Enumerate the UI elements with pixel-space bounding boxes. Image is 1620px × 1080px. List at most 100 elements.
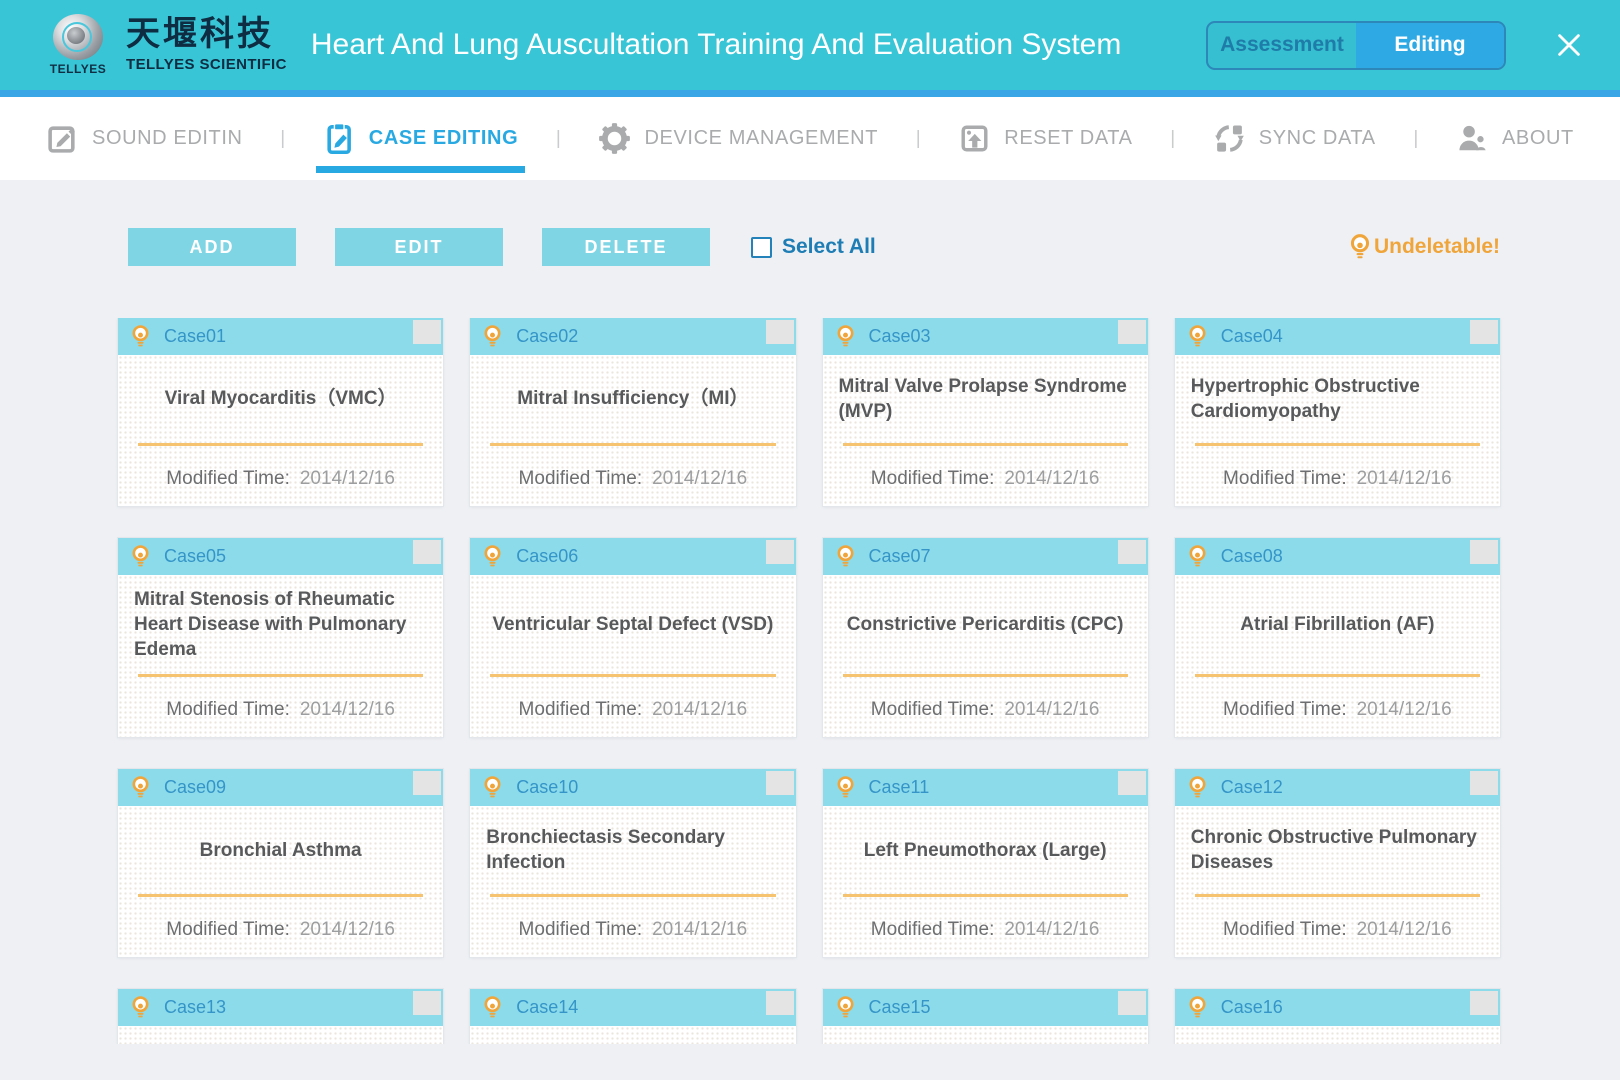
case-checkbox[interactable] xyxy=(1118,771,1146,795)
case-checkbox[interactable] xyxy=(1470,991,1498,1015)
case-checkbox[interactable] xyxy=(413,320,441,344)
case-card[interactable]: Case04 Hypertrophic Obstructive Cardiomy… xyxy=(1175,318,1500,506)
case-title-area: Viral Myocarditis（VMC） xyxy=(118,355,443,443)
case-id: Case06 xyxy=(516,546,578,567)
case-card-body: Mitral Stenosis of Rheumatic Heart Disea… xyxy=(118,575,443,737)
nav-item-sync-data[interactable]: SYNC DATA xyxy=(1213,97,1376,180)
case-card-body: Mitral Insufficiency（MI） Modified Time: … xyxy=(470,355,795,506)
nav-item-label: SYNC DATA xyxy=(1259,127,1376,150)
nav-separator: | xyxy=(1413,128,1418,150)
case-checkbox[interactable] xyxy=(1118,991,1146,1015)
close-icon xyxy=(1554,30,1584,60)
modified-time-label: Modified Time: xyxy=(166,468,290,490)
case-checkbox[interactable] xyxy=(1470,320,1498,344)
mode-option-assessment[interactable]: Assessment xyxy=(1208,23,1356,68)
case-id: Case13 xyxy=(164,997,226,1018)
company-name-zh: 天堰科技 xyxy=(126,17,287,53)
case-checkbox[interactable] xyxy=(413,540,441,564)
case-checkbox[interactable] xyxy=(1470,771,1498,795)
case-id: Case04 xyxy=(1221,326,1283,347)
case-card[interactable]: Case08 Atrial Fibrillation (AF) Modified… xyxy=(1175,538,1500,737)
modified-time-value: 2014/12/16 xyxy=(652,699,747,721)
lightbulb-icon xyxy=(483,324,502,349)
lightbulb-icon xyxy=(483,775,502,800)
lightbulb-icon xyxy=(836,995,855,1020)
nav-item-about[interactable]: ABOUT xyxy=(1456,97,1574,180)
delete-button[interactable]: DELETE xyxy=(542,228,710,266)
case-title-area: Constrictive Pericarditis (CPC) xyxy=(823,575,1148,674)
nav-item-sound-editing[interactable]: SOUND EDITIN xyxy=(46,97,243,180)
case-card[interactable]: Case11 Left Pneumothorax (Large) Modifie… xyxy=(823,769,1148,957)
case-card-header: Case11 xyxy=(823,769,1148,806)
nav-item-reset-data[interactable]: RESET DATA xyxy=(958,97,1132,180)
case-modified-time: Modified Time: 2014/12/16 xyxy=(118,677,443,721)
case-id: Case01 xyxy=(164,326,226,347)
case-card-header: Case04 xyxy=(1175,318,1500,355)
case-title-area: Chronic Obstructive Pulmonary Diseases xyxy=(1175,806,1500,894)
case-modified-time: Modified Time: 2014/12/16 xyxy=(823,897,1148,941)
case-card-header: Case12 xyxy=(1175,769,1500,806)
case-card[interactable]: Case16 xyxy=(1175,989,1500,1044)
case-card-body: Mitral Valve Prolapse Syndrome (MVP) Mod… xyxy=(823,355,1148,506)
case-card-body xyxy=(823,1026,1148,1044)
select-all-control[interactable]: Select All xyxy=(751,235,876,259)
case-card[interactable]: Case15 xyxy=(823,989,1148,1044)
add-button[interactable]: ADD xyxy=(128,228,296,266)
tellyes-logo: TELLYES xyxy=(46,14,110,76)
case-card[interactable]: Case02 Mitral Insufficiency（MI） Modified… xyxy=(470,318,795,506)
case-checkbox[interactable] xyxy=(1470,540,1498,564)
lightbulb-icon xyxy=(131,544,150,569)
case-card[interactable]: Case06 Ventricular Septal Defect (VSD) M… xyxy=(470,538,795,737)
select-all-checkbox[interactable] xyxy=(751,237,772,258)
case-card-header: Case01 xyxy=(118,318,443,355)
case-checkbox[interactable] xyxy=(766,771,794,795)
main-nav: SOUND EDITIN | CASE EDITING | xyxy=(0,97,1620,180)
case-card[interactable]: Case03 Mitral Valve Prolapse Syndrome (M… xyxy=(823,318,1148,506)
case-id: Case08 xyxy=(1221,546,1283,567)
modified-time-label: Modified Time: xyxy=(166,919,290,941)
case-card[interactable]: Case14 xyxy=(470,989,795,1044)
lightbulb-icon xyxy=(1188,995,1207,1020)
lightbulb-icon xyxy=(1188,775,1207,800)
case-checkbox[interactable] xyxy=(766,991,794,1015)
nav-item-label: CASE EDITING xyxy=(369,127,518,150)
mode-toggle: Assessment Editing xyxy=(1206,21,1506,70)
case-card[interactable]: Case09 Bronchial Asthma Modified Time: 2… xyxy=(118,769,443,957)
nav-separator: | xyxy=(556,128,561,150)
case-title: Bronchial Asthma xyxy=(200,838,362,863)
case-grid: Case01 Viral Myocarditis（VMC） Modified T… xyxy=(118,318,1500,1044)
lightbulb-icon xyxy=(131,995,150,1020)
nav-item-case-editing[interactable]: CASE EDITING xyxy=(323,97,518,180)
case-checkbox[interactable] xyxy=(413,991,441,1015)
case-card[interactable]: Case01 Viral Myocarditis（VMC） Modified T… xyxy=(118,318,443,506)
case-card[interactable]: Case13 xyxy=(118,989,443,1044)
case-card-body: Bronchiectasis Secondary Infection Modif… xyxy=(470,806,795,957)
case-checkbox[interactable] xyxy=(413,771,441,795)
case-title: Atrial Fibrillation (AF) xyxy=(1240,612,1434,637)
mode-option-editing[interactable]: Editing xyxy=(1356,23,1504,68)
lightbulb-icon xyxy=(1188,324,1207,349)
nav-item-device-management[interactable]: DEVICE MANAGEMENT xyxy=(598,97,878,180)
undeletable-hint: Undeletable! xyxy=(1349,233,1500,261)
case-checkbox[interactable] xyxy=(1118,540,1146,564)
case-card-header: Case05 xyxy=(118,538,443,575)
case-checkbox[interactable] xyxy=(766,540,794,564)
lightbulb-icon xyxy=(836,324,855,349)
case-card[interactable]: Case07 Constrictive Pericarditis (CPC) M… xyxy=(823,538,1148,737)
modified-time-value: 2014/12/16 xyxy=(1357,919,1452,941)
case-id: Case14 xyxy=(516,997,578,1018)
edit-button[interactable]: EDIT xyxy=(335,228,503,266)
close-button[interactable] xyxy=(1552,28,1586,62)
case-card-body: Hypertrophic Obstructive Cardiomyopathy … xyxy=(1175,355,1500,506)
case-checkbox[interactable] xyxy=(1118,320,1146,344)
case-card[interactable]: Case10 Bronchiectasis Secondary Infectio… xyxy=(470,769,795,957)
case-title: Viral Myocarditis（VMC） xyxy=(165,386,397,411)
case-title-area xyxy=(823,1026,1148,1044)
case-card[interactable]: Case05 Mitral Stenosis of Rheumatic Hear… xyxy=(118,538,443,737)
case-checkbox[interactable] xyxy=(766,320,794,344)
case-card-body xyxy=(470,1026,795,1044)
case-card[interactable]: Case12 Chronic Obstructive Pulmonary Dis… xyxy=(1175,769,1500,957)
modified-time-label: Modified Time: xyxy=(871,699,995,721)
case-card-body: Bronchial Asthma Modified Time: 2014/12/… xyxy=(118,806,443,957)
case-title: Ventricular Septal Defect (VSD) xyxy=(492,612,773,637)
